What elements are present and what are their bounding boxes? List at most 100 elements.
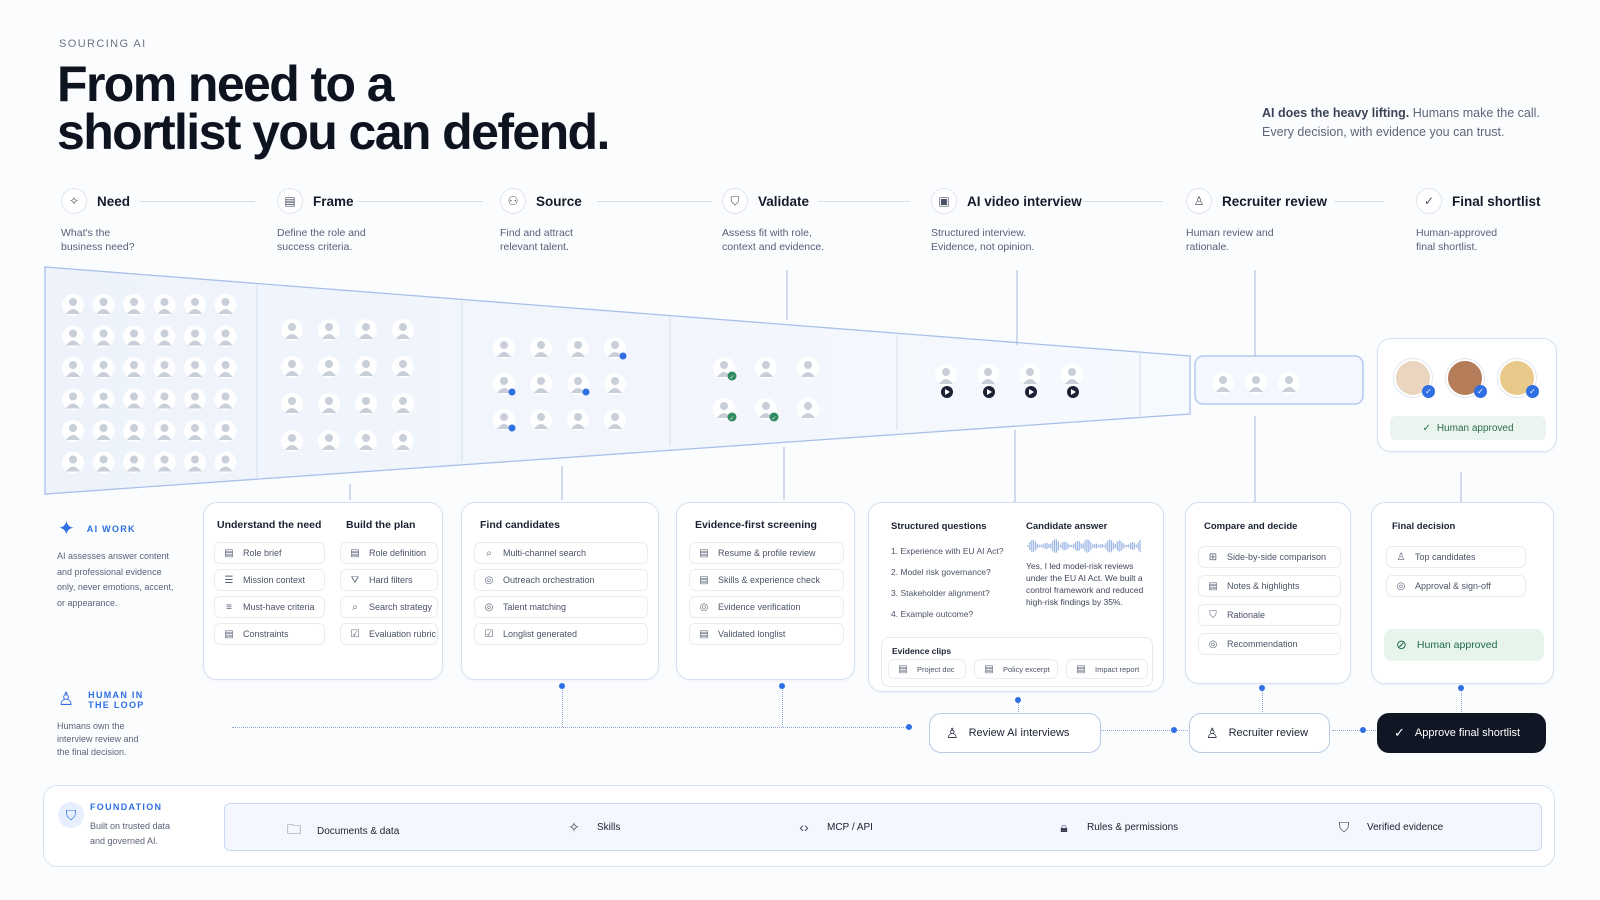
hitl-connector: [782, 686, 783, 727]
foundation-desc: Built on trusted data and governed AI.: [90, 821, 171, 846]
hitl-connector: [232, 727, 908, 728]
question-item: 1. Experience with EU AI Act?: [891, 546, 1004, 556]
list-item[interactable]: ▤ Validated longlist: [689, 623, 844, 645]
candidate-avatar-icon: [184, 420, 206, 442]
list-item[interactable]: ☰ Mission context: [214, 569, 325, 591]
candidate-avatar-icon: [123, 357, 145, 379]
recruiter-review-button[interactable]: ♙ Recruiter review: [1189, 713, 1330, 753]
list-item[interactable]: ☑ Evaluation rubric: [340, 623, 438, 645]
approve-final-shortlist-button[interactable]: ✓ Approve final shortlist: [1377, 713, 1546, 753]
list-item[interactable]: ♙ Top candidates: [1386, 546, 1526, 568]
check-circle-icon: ◎: [484, 601, 494, 613]
question-list: 1. Experience with EU AI Act? 2. Model r…: [891, 541, 1003, 625]
list-item[interactable]: ▤ Skills & experience check: [689, 569, 844, 591]
candidate-avatar-icon: [153, 357, 176, 379]
candidate-avatar-icon: [567, 337, 589, 359]
shield-icon: ⛉: [58, 802, 84, 828]
list-item[interactable]: ▤ Role brief: [214, 542, 325, 564]
card-title: Find candidates: [480, 519, 560, 531]
list-item[interactable]: ☑ Longlist generated: [474, 623, 648, 645]
validate-list: ▤ Resume & profile review ▤ Skills & exper…: [689, 537, 844, 645]
card-title: Structured questions: [891, 521, 987, 532]
list-item[interactable]: ◎ Outreach orchestration: [474, 569, 648, 591]
candidate-avatar-icon: [530, 409, 552, 431]
layers-icon: ☰: [224, 574, 234, 586]
candidate-avatar-icon: [392, 430, 414, 452]
candidate-avatar-icon: [604, 373, 626, 395]
candidate-avatar-icon: [62, 451, 84, 474]
candidate-avatar-icon: [92, 420, 115, 442]
human-approved-badge: ⊘ Human approved: [1384, 629, 1544, 661]
candidate-avatar-icon: [92, 294, 115, 316]
list-item[interactable]: ⛛ Hard filters: [340, 569, 438, 591]
candidate-avatar-icon: [123, 325, 145, 348]
list-item[interactable]: ⌕ Search strategy: [340, 596, 438, 618]
list-item[interactable]: ⊞ Side-by-side comparison: [1198, 546, 1341, 568]
list-icon: ≡: [226, 601, 232, 613]
candidate-avatar-icon: [153, 388, 176, 411]
foundation-item-mcp-api[interactable]: ‹› MCP / API: [795, 819, 873, 835]
doc-icon: ▤: [984, 663, 994, 675]
foundation-item-skills[interactable]: ✧ Skills: [565, 819, 620, 836]
connector-dot: [1360, 727, 1366, 733]
search-icon: ⌕: [352, 601, 358, 613]
match-dot: [619, 352, 627, 360]
check-icon: ✓: [1422, 422, 1431, 434]
candidate-avatar-icon: [123, 420, 145, 442]
list-item[interactable]: ▤ Resume & profile review: [689, 542, 844, 564]
human-approved-badge: ✓ Human approved: [1390, 416, 1546, 440]
card-title: Build the plan: [346, 519, 416, 531]
foundation-item-verified-evidence[interactable]: ⛉ Verified evidence: [1335, 819, 1443, 836]
candidate-avatar-icon: [123, 294, 145, 316]
shield-icon: ⛉: [1338, 819, 1350, 835]
person-icon: ♙: [1206, 724, 1219, 741]
candidate-avatar-icon: [62, 357, 84, 379]
evidence-clip[interactable]: ▤ Policy excerpt: [974, 659, 1058, 679]
candidate-avatar-icon: [318, 430, 340, 452]
candidate-avatar-icon: [281, 356, 303, 378]
ai-work-label: AI WORK: [86, 524, 136, 534]
list-item[interactable]: ◎ Recommendation: [1198, 633, 1341, 655]
doc-icon: ▤: [699, 547, 709, 559]
doc-icon: ▤: [699, 628, 709, 640]
match-dot: [582, 388, 590, 396]
candidate-avatar-icon: [281, 430, 303, 452]
recruiter-review-label: Recruiter review: [1228, 727, 1309, 739]
connector-dot: [1458, 685, 1464, 691]
review-card: Compare and decide ⊞ Side-by-side compari…: [1185, 502, 1351, 684]
candidate-avatar-icon: [355, 319, 377, 341]
human-approved-label: Human approved: [1436, 422, 1514, 434]
evidence-clips-title: Evidence clips: [892, 646, 952, 656]
candidate-avatar-icon: [184, 294, 206, 316]
audio-waveform-icon: [1027, 539, 1141, 553]
candidate-avatar-icon: [318, 319, 340, 341]
final-list: ♙ Top candidates ◎ Approval & sign-off: [1386, 539, 1526, 597]
list-item[interactable]: ◎ Approval & sign-off: [1386, 575, 1526, 597]
list-item[interactable]: ≡ Must-have criteria: [214, 596, 325, 618]
foundation-item-rules[interactable]: 🔒︎ Rules & permissions: [1055, 819, 1178, 836]
hitl-connector: [1461, 688, 1462, 712]
candidate-avatar-icon: [530, 373, 552, 395]
list-item[interactable]: ◎ Talent matching: [474, 596, 648, 618]
list-item[interactable]: ◎ Evidence verification: [689, 596, 844, 618]
candidate-funnel: ✓ ✓ ✓: [44, 266, 1462, 502]
list-item[interactable]: ▤ Constraints: [214, 623, 325, 645]
hitl-header: ♙ HUMAN IN THE LOOP: [58, 690, 145, 710]
svg-text:✓: ✓: [771, 416, 776, 422]
person-icon: ♙: [946, 724, 959, 741]
hitl-label-line-2: THE LOOP: [88, 700, 145, 710]
evidence-clip[interactable]: ▤ Project doc: [888, 659, 966, 679]
connector-dot: [559, 683, 565, 689]
list-item[interactable]: ⛉ Rationale: [1198, 604, 1341, 626]
filter-icon: ⛛: [350, 574, 360, 586]
list-item[interactable]: ▤ Role definition: [340, 542, 438, 564]
candidate-avatar-icon: [604, 409, 626, 431]
list-item[interactable]: ⌕ Multi-channel search: [474, 542, 648, 564]
foundation-panel: ⛉ FOUNDATION Built on trusted data and g…: [43, 785, 1555, 867]
review-ai-interviews-button[interactable]: ♙ Review AI interviews: [929, 713, 1101, 753]
evidence-clip[interactable]: ▤ Impact report: [1066, 659, 1148, 679]
connector-dot: [779, 683, 785, 689]
candidate-avatar-icon: [318, 393, 340, 415]
foundation-item-documents[interactable]: 🗀 Documents & data: [285, 819, 399, 843]
list-item[interactable]: ▤ Notes & highlights: [1198, 575, 1341, 597]
